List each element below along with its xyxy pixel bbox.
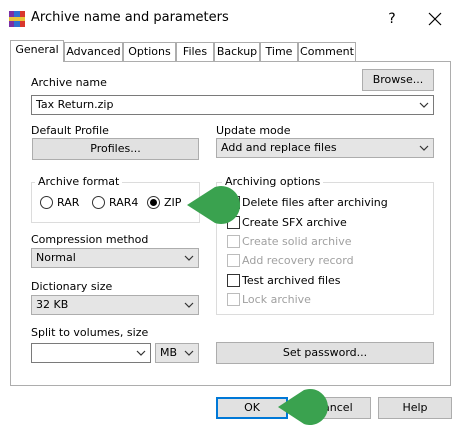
close-button[interactable]: [420, 8, 450, 30]
help-button[interactable]: Help: [378, 397, 452, 419]
checkbox-lock-archive[interactable]: [227, 293, 240, 306]
archive-name-label: Archive name: [31, 76, 107, 89]
dictionary-size-select[interactable]: 32 KB: [31, 295, 199, 315]
checkbox-solid-archive-label: Create solid archive: [242, 235, 352, 248]
compression-method-select[interactable]: Normal: [31, 248, 199, 268]
winrar-icon: [9, 11, 25, 27]
checkbox-lock-archive-label: Lock archive: [242, 293, 311, 306]
chevron-down-icon: [184, 255, 194, 261]
update-mode-value: Add and replace files: [221, 141, 337, 154]
dictionary-size-label: Dictionary size: [31, 280, 113, 293]
split-unit-select[interactable]: MB: [155, 343, 199, 363]
tab-general[interactable]: General: [10, 40, 64, 62]
checkbox-delete-files-label: Delete files after archiving: [242, 196, 388, 209]
chevron-down-icon: [419, 102, 429, 108]
compression-method-label: Compression method: [31, 233, 149, 246]
split-unit-value: MB: [160, 346, 178, 359]
checkbox-create-sfx-label: Create SFX archive: [242, 216, 347, 229]
dictionary-size-value: 32 KB: [36, 298, 69, 311]
split-size-field[interactable]: [31, 343, 151, 363]
checkbox-recovery-record-label: Add recovery record: [242, 254, 354, 267]
chevron-down-icon: [184, 302, 194, 308]
chevron-down-icon: [184, 350, 194, 356]
archive-name-field[interactable]: Tax Return.zip: [31, 95, 434, 115]
pointer-arrow-icon: [187, 186, 241, 224]
window-title: Archive name and parameters: [31, 10, 229, 25]
checkbox-test-files[interactable]: [227, 274, 240, 287]
radio-rar-label: RAR: [57, 196, 80, 209]
pointer-arrow-icon: [278, 389, 328, 425]
tab-options[interactable]: Options: [123, 42, 176, 62]
archive-format-title: Archive format: [35, 175, 123, 188]
checkbox-test-files-label: Test archived files: [242, 274, 341, 287]
tab-time[interactable]: Time: [260, 42, 298, 62]
compression-method-value: Normal: [36, 251, 76, 264]
tab-advanced[interactable]: Advanced: [64, 42, 123, 62]
tab-comment[interactable]: Comment: [298, 42, 356, 62]
radio-rar4[interactable]: [92, 196, 105, 209]
radio-rar[interactable]: [40, 196, 53, 209]
checkbox-recovery-record[interactable]: [227, 254, 240, 267]
set-password-button[interactable]: Set password...: [216, 342, 434, 364]
tab-files[interactable]: Files: [176, 42, 214, 62]
radio-zip-label: ZIP: [164, 196, 182, 209]
checkbox-solid-archive[interactable]: [227, 235, 240, 248]
radio-zip[interactable]: [147, 196, 160, 209]
browse-button[interactable]: Browse...: [362, 69, 434, 91]
tab-strip: General Advanced Options Files Backup Ti…: [10, 40, 460, 62]
tab-backup[interactable]: Backup: [214, 42, 260, 62]
update-mode-label: Update mode: [216, 124, 291, 137]
title-bar: Archive name and parameters ?: [0, 0, 463, 38]
help-title-button[interactable]: ?: [380, 9, 404, 29]
archive-name-value: Tax Return.zip: [36, 98, 114, 111]
close-icon: [428, 12, 442, 26]
chevron-down-icon: [419, 145, 429, 151]
radio-rar4-label: RAR4: [109, 196, 139, 209]
split-volumes-label: Split to volumes, size: [31, 326, 149, 339]
chevron-down-icon: [136, 350, 146, 356]
default-profile-label: Default Profile: [31, 124, 109, 137]
profiles-button[interactable]: Profiles...: [32, 138, 199, 160]
update-mode-select[interactable]: Add and replace files: [216, 138, 434, 158]
